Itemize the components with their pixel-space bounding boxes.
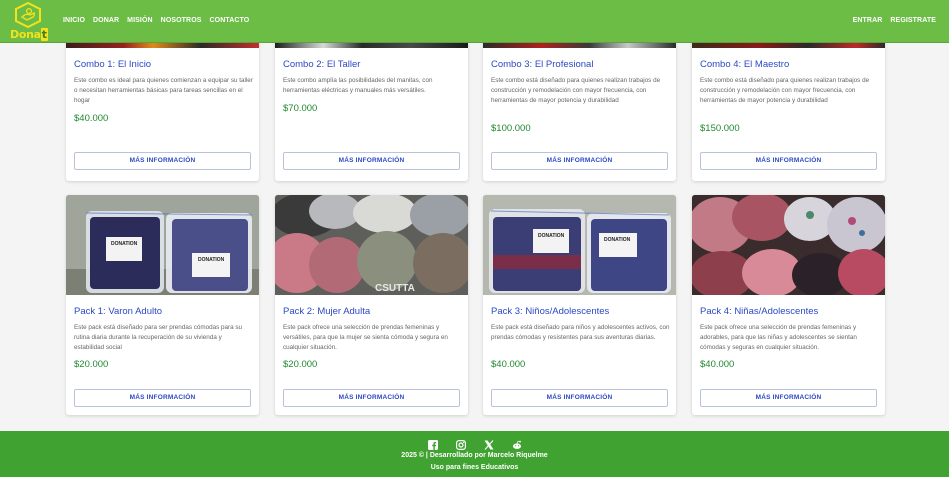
card-title: Pack 2: Mujer Adulta <box>283 306 371 317</box>
register-link[interactable]: Registrate <box>890 17 936 24</box>
facebook-icon[interactable] <box>427 437 438 450</box>
svg-text:CSUTTA: CSUTTA <box>375 283 415 294</box>
card-title: Combo 2: El Taller <box>283 59 361 70</box>
more-info-button[interactable]: Más información <box>491 389 668 407</box>
card-description: Este pack ofrece una selección de prenda… <box>700 324 857 351</box>
more-info-button[interactable]: Más información <box>700 152 877 170</box>
nav-contacto[interactable]: Contacto <box>210 17 250 24</box>
product-image: DONATION DONATION <box>66 195 259 295</box>
product-card: Pack 4: Niñas/Adolescentes Este pack ofr… <box>692 195 885 415</box>
card-price: $100.000 <box>491 123 531 134</box>
product-card: Combo 3: El Profesional Este combo está … <box>483 36 676 181</box>
footer: 2025 © | Desarrollado por Marcelo Riquel… <box>0 431 949 477</box>
nav-donar[interactable]: Donar <box>93 17 119 24</box>
card-description: Este pack está diseñado para ser prendas… <box>74 324 243 351</box>
svg-text:DONATION: DONATION <box>604 237 631 243</box>
product-card: Combo 2: El Taller Este combo amplía las… <box>275 36 468 181</box>
svg-text:DONATION: DONATION <box>111 241 138 247</box>
card-description: Este pack está diseñado para niños y ado… <box>491 324 670 341</box>
card-price: $70.000 <box>283 103 318 114</box>
more-info-button[interactable]: Más información <box>491 152 668 170</box>
svg-text:DONATION: DONATION <box>538 233 565 239</box>
logo[interactable]: Donat <box>8 2 52 42</box>
more-info-button[interactable]: Más información <box>74 152 251 170</box>
card-description: Este combo es ideal para quienes comienz… <box>74 77 253 104</box>
card-price: $20.000 <box>74 359 109 370</box>
logo-text: Donat <box>10 28 48 41</box>
nav-links: Inicio Donar Misión Nosotros Contacto <box>63 17 257 24</box>
nav-nosotros[interactable]: Nosotros <box>161 17 202 24</box>
card-description: Este combo está diseñado para quienes re… <box>491 77 661 104</box>
navbar: Donat Inicio Donar Misión Nosotros Conta… <box>0 0 949 43</box>
product-card: Combo 4: El Maestro Este combo está dise… <box>692 36 885 181</box>
nav-mision[interactable]: Misión <box>127 17 153 24</box>
social-links <box>0 437 949 451</box>
login-link[interactable]: Entrar <box>853 17 883 24</box>
card-title: Pack 4: Niñas/Adolescentes <box>700 306 819 317</box>
card-description: Este pack ofrece una selección de prenda… <box>283 324 448 351</box>
product-card: DONATION DONATION Pack 1: Varon Adulto E… <box>66 195 259 415</box>
card-title: Combo 1: El Inicio <box>74 59 152 70</box>
footer-note: Uso para fines Educativos <box>430 464 519 471</box>
product-image: CSUTTA <box>275 195 468 295</box>
product-card: CSUTTA Pack 2: Mujer Adulta Este pack of… <box>275 195 468 415</box>
card-price: $40.000 <box>74 113 109 124</box>
more-info-button[interactable]: Más información <box>74 389 251 407</box>
more-info-button[interactable]: Más información <box>283 389 460 407</box>
product-image: DONATION DONATION <box>483 195 676 295</box>
nav-auth: Entrar Registrate <box>845 17 936 24</box>
instagram-icon[interactable] <box>455 437 466 451</box>
reddit-icon[interactable] <box>512 437 522 449</box>
card-title: Pack 1: Varon Adulto <box>74 306 163 317</box>
product-card: DONATION DONATION Pack 3: Niños/Adolesce… <box>483 195 676 415</box>
card-title: Combo 3: El Profesional <box>491 59 594 70</box>
product-card: Combo 1: El Inicio Este combo es ideal p… <box>66 36 259 181</box>
card-price: $150.000 <box>700 123 740 134</box>
hexagon-hand-icon <box>15 2 41 28</box>
footer-credits: 2025 © | Desarrollado por Marcelo Riquel… <box>401 452 548 459</box>
x-icon[interactable] <box>484 437 494 450</box>
card-description: Este combo amplía las posibilidades del … <box>283 77 433 94</box>
more-info-button[interactable]: Más información <box>700 389 877 407</box>
card-price: $40.000 <box>700 359 735 370</box>
card-price: $20.000 <box>283 359 318 370</box>
product-image <box>692 195 885 295</box>
nav-inicio[interactable]: Inicio <box>63 17 85 24</box>
card-title: Combo 4: El Maestro <box>700 59 790 70</box>
svg-text:DONATION: DONATION <box>198 257 225 263</box>
more-info-button[interactable]: Más información <box>283 152 460 170</box>
card-price: $40.000 <box>491 359 526 370</box>
card-title: Pack 3: Niños/Adolescentes <box>491 306 610 317</box>
card-description: Este combo está diseñado para quienes re… <box>700 77 870 104</box>
